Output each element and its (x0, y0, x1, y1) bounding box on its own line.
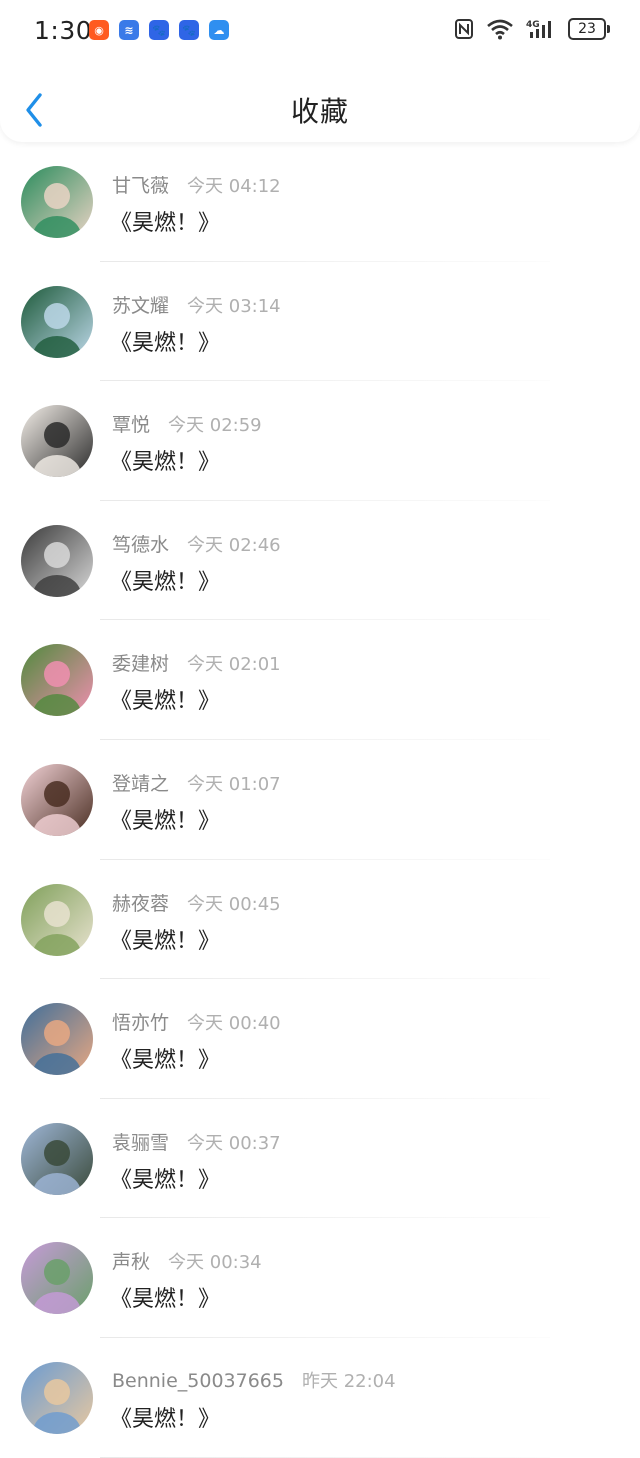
timestamp: 今天 02:01 (187, 654, 281, 676)
user-name-text: 委建树 (112, 653, 170, 676)
timestamp: 今天 02:59 (168, 415, 262, 437)
timestamp: 今天 00:34 (168, 1252, 262, 1274)
avatar[interactable] (21, 405, 93, 478)
user-name-text: 笃德水 (112, 533, 170, 556)
list-item[interactable]: Bennie_50037665 昨天 22:04 《昊燃！》 (0, 1338, 640, 1458)
cloud-icon: ☁ (209, 20, 229, 40)
avatar[interactable] (21, 763, 93, 836)
wifi-icon (487, 19, 513, 40)
book-title[interactable]: 《昊燃！》 (110, 803, 220, 835)
book-title[interactable]: 《昊燃！》 (110, 1401, 220, 1433)
list-item[interactable]: 赫夜蓉 今天 00:45 《昊燃！》 (0, 860, 640, 980)
list-item[interactable]: 覃悦 今天 02:59 《昊燃！》 (0, 381, 640, 501)
list-item[interactable]: 委建树 今天 02:01 《昊燃！》 (0, 620, 640, 740)
book-title[interactable]: 《昊燃！》 (110, 1281, 220, 1313)
avatar[interactable] (21, 285, 93, 358)
book-title[interactable]: 《昊燃！》 (110, 1042, 220, 1074)
user-name: 覃悦 今天 02:59 (112, 410, 262, 437)
user-name-text: 赫夜蓉 (112, 892, 170, 915)
favorites-list: 甘飞薇 今天 04:12 《昊燃！》 苏文耀 今天 03:14 《昊燃！》 覃悦 今天 02:… (0, 142, 640, 1458)
list-item[interactable]: 苏文耀 今天 03:14 《昊燃！》 (0, 262, 640, 382)
book-title[interactable]: 《昊燃！》 (110, 205, 220, 237)
timestamp: 昨天 22:04 (301, 1370, 396, 1392)
list-item[interactable]: 登靖之 今天 01:07 《昊燃！》 (0, 740, 640, 860)
timestamp: 今天 02:46 (187, 534, 281, 556)
user-name: 赫夜蓉 今天 00:45 (112, 889, 281, 916)
avatar[interactable] (21, 1122, 93, 1195)
user-name: 悟亦竹 今天 00:40 (112, 1008, 281, 1035)
timestamp: 今天 00:37 (187, 1132, 281, 1154)
user-name-text: Bennie_50037665 (112, 1369, 284, 1392)
user-name: 委建树 今天 02:01 (112, 649, 281, 676)
kuaishou-icon: ◉ (89, 20, 109, 40)
baidu-icon-1: 🐾 (149, 20, 169, 40)
user-name-text: 袁骊雪 (112, 1131, 170, 1154)
user-name: 笃德水 今天 02:46 (112, 530, 281, 557)
avatar[interactable] (21, 883, 93, 956)
user-name: 登靖之 今天 01:07 (112, 769, 281, 796)
book-title[interactable]: 《昊燃！》 (110, 923, 220, 955)
user-name: 苏文耀 今天 03:14 (112, 291, 281, 318)
voice-app-icon: ≋ (119, 20, 139, 40)
avatar[interactable] (21, 1361, 93, 1434)
header: 收藏 (0, 62, 640, 142)
avatar[interactable] (21, 644, 93, 717)
top-bar: 1:30 ◉ ≋ 🐾 🐾 ☁ 4G 23 收藏 (0, 0, 640, 142)
list-item[interactable]: 袁骊雪 今天 00:37 《昊燃！》 (0, 1099, 640, 1219)
page-title: 收藏 (290, 95, 349, 128)
status-bar: 1:30 ◉ ≋ 🐾 🐾 ☁ 4G 23 (0, 0, 640, 62)
nfc-icon (455, 19, 473, 39)
user-name: 声秋 今天 00:34 (112, 1247, 262, 1274)
avatar[interactable] (21, 1242, 93, 1315)
user-name: 袁骊雪 今天 00:37 (112, 1128, 281, 1155)
system-icons: 4G 23 (454, 18, 610, 40)
svg-text:4G: 4G (526, 20, 540, 30)
list-item[interactable]: 甘飞薇 今天 04:12 《昊燃！》 (0, 142, 640, 262)
avatar[interactable] (21, 1003, 93, 1076)
list-item[interactable]: 声秋 今天 00:34 《昊燃！》 (0, 1218, 640, 1338)
timestamp: 今天 03:14 (187, 295, 281, 317)
book-title[interactable]: 《昊燃！》 (110, 444, 220, 476)
list-item[interactable]: 笃德水 今天 02:46 《昊燃！》 (0, 501, 640, 621)
battery-level: 23 (578, 21, 596, 37)
signal-4g-icon: 4G (526, 20, 551, 38)
user-name: 甘飞薇 今天 04:12 (112, 171, 281, 198)
baidu-icon-2: 🐾 (179, 20, 199, 40)
user-name-text: 苏文耀 (112, 294, 170, 317)
timestamp: 今天 00:40 (187, 1013, 281, 1035)
user-name: Bennie_50037665 昨天 22:04 (112, 1367, 396, 1393)
status-time: 1:30 (34, 16, 93, 45)
book-title[interactable]: 《昊燃！》 (110, 564, 220, 596)
user-name-text: 登靖之 (112, 772, 170, 795)
avatar[interactable] (21, 524, 93, 597)
book-title[interactable]: 《昊燃！》 (110, 1162, 220, 1194)
user-name-text: 覃悦 (112, 414, 151, 437)
list-item[interactable]: 悟亦竹 今天 00:40 《昊燃！》 (0, 979, 640, 1099)
user-name-text: 悟亦竹 (112, 1012, 170, 1035)
book-title[interactable]: 《昊燃！》 (110, 325, 220, 357)
timestamp: 今天 04:12 (187, 176, 281, 197)
user-name-text: 声秋 (112, 1251, 151, 1274)
battery-icon: 23 (568, 18, 610, 40)
avatar[interactable] (21, 166, 93, 238)
timestamp: 今天 01:07 (187, 773, 281, 795)
timestamp: 今天 00:45 (187, 893, 281, 915)
notification-icons: ◉ ≋ 🐾 🐾 ☁ (89, 20, 229, 40)
book-title[interactable]: 《昊燃！》 (110, 683, 220, 715)
user-name-text: 甘飞薇 (112, 175, 170, 197)
divider (100, 1456, 550, 1458)
